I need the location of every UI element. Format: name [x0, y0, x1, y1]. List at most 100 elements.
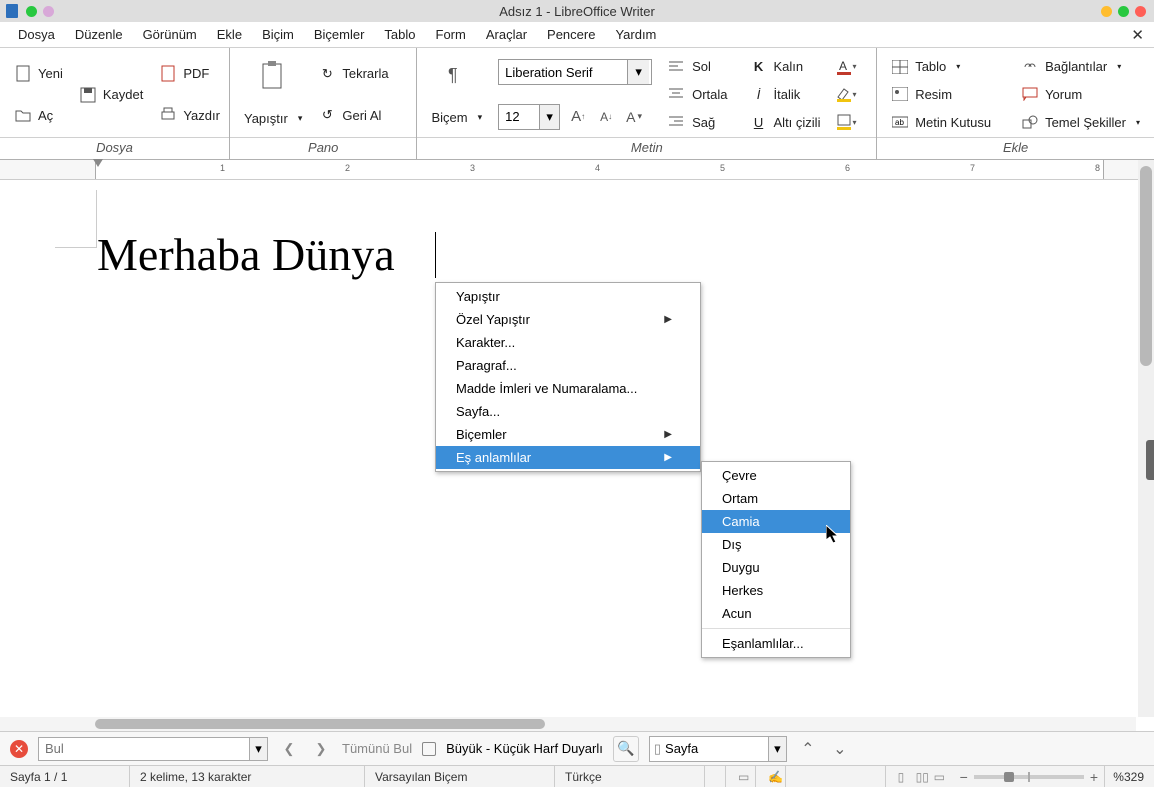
print-button[interactable]: Yazdır — [153, 103, 226, 127]
vertical-scroll-thumb[interactable] — [1140, 166, 1152, 366]
status-style[interactable]: Varsayılan Biçem — [365, 766, 555, 787]
paste-button[interactable]: Yapıştır▾ — [238, 105, 308, 129]
document-close-icon[interactable]: ✕ — [1131, 26, 1144, 44]
find-input[interactable] — [39, 741, 249, 756]
pdf-button[interactable]: PDF — [153, 62, 226, 86]
grow-font-icon[interactable]: A↑ — [568, 107, 588, 127]
menu-styles-sub[interactable]: Biçemler▶ — [436, 423, 700, 446]
table-button[interactable]: Tablo▾ — [885, 55, 997, 79]
status-selection[interactable]: ▭ — [726, 766, 756, 787]
font-name-input[interactable] — [499, 65, 627, 80]
find-next-button[interactable]: ❯ — [310, 738, 332, 760]
font-size-combo[interactable]: ▾ — [498, 104, 560, 130]
menu-view[interactable]: Görünüm — [133, 24, 207, 45]
window-dot-green[interactable] — [26, 6, 37, 17]
document-text[interactable]: Merhaba Dünya — [97, 228, 395, 281]
align-left-button[interactable]: Sol — [662, 55, 733, 79]
navigate-page-combo[interactable]: ▯ Sayfa ▾ — [649, 736, 787, 762]
menu-edit[interactable]: Düzenle — [65, 24, 133, 45]
menu-tools[interactable]: Araçlar — [476, 24, 537, 45]
new-button[interactable]: Yeni — [8, 62, 69, 86]
window-dot-red[interactable] — [1135, 6, 1146, 17]
links-button[interactable]: Bağlantılar▾ — [1015, 55, 1146, 79]
zoom-slider-knob[interactable] — [1004, 772, 1014, 782]
save-button[interactable]: Kaydet — [73, 83, 149, 107]
font-size-input[interactable] — [499, 109, 539, 124]
status-language[interactable]: Türkçe — [555, 766, 705, 787]
sidebar-handle[interactable] — [1146, 440, 1154, 480]
image-button[interactable]: Resim — [885, 82, 997, 106]
menu-insert[interactable]: Ekle — [207, 24, 252, 45]
status-insertmode[interactable] — [705, 766, 726, 787]
synonym-item-1[interactable]: Ortam — [702, 487, 850, 510]
menu-paste-special[interactable]: Özel Yapıştır▶ — [436, 308, 700, 331]
font-color-icon[interactable]: A▾ — [836, 57, 856, 77]
menu-help[interactable]: Yardım — [605, 24, 666, 45]
synonym-item-4[interactable]: Duygu — [702, 556, 850, 579]
font-options-icon[interactable]: A — [624, 107, 644, 127]
underline-button[interactable]: UAltı çizili — [744, 110, 827, 134]
menu-form[interactable]: Form — [426, 24, 476, 45]
status-wordcount[interactable]: 2 kelime, 13 karakter — [130, 766, 365, 787]
find-input-combo[interactable]: ▾ — [38, 737, 268, 761]
redo-button[interactable]: ↻Tekrarla — [312, 62, 394, 86]
horizontal-scroll-thumb[interactable] — [95, 719, 545, 729]
window-dot-yellow[interactable] — [1101, 6, 1112, 17]
style-button[interactable]: Biçem▾ — [425, 107, 488, 128]
align-right-button[interactable]: Sağ — [662, 110, 733, 134]
indent-marker-icon[interactable] — [93, 159, 103, 167]
status-signature[interactable]: ✍ — [756, 766, 786, 787]
zoom-slider[interactable] — [974, 775, 1084, 779]
status-zoom[interactable]: %329 — [1104, 766, 1154, 787]
menu-synonyms[interactable]: Eş anlamlılar▶ — [436, 446, 700, 469]
synonym-item-6[interactable]: Acun — [702, 602, 850, 625]
find-dropdown-icon[interactable]: ▾ — [249, 738, 267, 760]
window-dot-green-2[interactable] — [1118, 6, 1129, 17]
find-options-icon[interactable]: 🔍 — [613, 736, 639, 762]
shapes-button[interactable]: Temel Şekiller▾ — [1015, 110, 1146, 134]
menu-bullets[interactable]: Madde İmleri ve Numaralama... — [436, 377, 700, 400]
textbox-button[interactable]: abMetin Kutusu — [885, 110, 997, 134]
find-all-button[interactable]: Tümünü Bul — [342, 741, 412, 756]
open-button[interactable]: Aç — [8, 103, 69, 127]
synonym-item-3[interactable]: Dış — [702, 533, 850, 556]
menu-styles[interactable]: Biçemler — [304, 24, 375, 45]
menu-file[interactable]: Dosya — [8, 24, 65, 45]
synonym-item-0[interactable]: Çevre — [702, 464, 850, 487]
horizontal-ruler[interactable]: 1 2 3 4 5 6 7 8 — [0, 160, 1154, 180]
navigate-dropdown-icon[interactable]: ▾ — [768, 737, 786, 761]
synonym-item-5[interactable]: Herkes — [702, 579, 850, 602]
font-name-dropdown-icon[interactable]: ▾ — [627, 60, 649, 84]
case-sensitive-checkbox[interactable] — [422, 742, 436, 756]
bold-button[interactable]: KKalın — [744, 55, 827, 79]
horizontal-scrollbar[interactable] — [0, 717, 1136, 731]
comment-button[interactable]: Yorum — [1015, 82, 1146, 106]
window-dot-purple[interactable] — [43, 6, 54, 17]
menu-table[interactable]: Tablo — [374, 24, 425, 45]
menu-window[interactable]: Pencere — [537, 24, 605, 45]
menu-paragraph[interactable]: Paragraf... — [436, 354, 700, 377]
status-view-icons[interactable]: ▯ ▯▯ ▭ — [886, 766, 954, 787]
view-book-icon: ▭ — [934, 770, 948, 784]
find-prev-button[interactable]: ❮ — [278, 738, 300, 760]
font-size-dropdown-icon[interactable]: ▾ — [539, 105, 559, 129]
vertical-scrollbar[interactable] — [1138, 160, 1154, 717]
find-close-icon[interactable]: ✕ — [10, 740, 28, 758]
navigate-next-button[interactable]: ⌄ — [829, 738, 851, 760]
zoom-control[interactable]: − + — [954, 769, 1104, 785]
navigate-prev-button[interactable]: ⌃ — [797, 738, 819, 760]
menu-paste[interactable]: Yapıştır — [436, 285, 700, 308]
shrink-font-icon[interactable]: A↓ — [596, 107, 616, 127]
synonym-item-2[interactable]: Camia — [702, 510, 850, 533]
font-name-combo[interactable]: ▾ — [498, 59, 652, 85]
menu-format[interactable]: Biçim — [252, 24, 304, 45]
undo-button[interactable]: ↺Geri Al — [312, 103, 394, 127]
highlight-color-icon[interactable]: ▾ — [836, 84, 856, 104]
menu-character[interactable]: Karakter... — [436, 331, 700, 354]
align-center-button[interactable]: Ortala — [662, 82, 733, 106]
synonym-dialog[interactable]: Eşanlamlılar... — [702, 632, 850, 655]
status-page[interactable]: Sayfa 1 / 1 — [0, 766, 130, 787]
italic-button[interactable]: İİtalik — [744, 82, 827, 106]
menu-page[interactable]: Sayfa... — [436, 400, 700, 423]
char-bg-color-icon[interactable]: ▾ — [836, 112, 856, 132]
